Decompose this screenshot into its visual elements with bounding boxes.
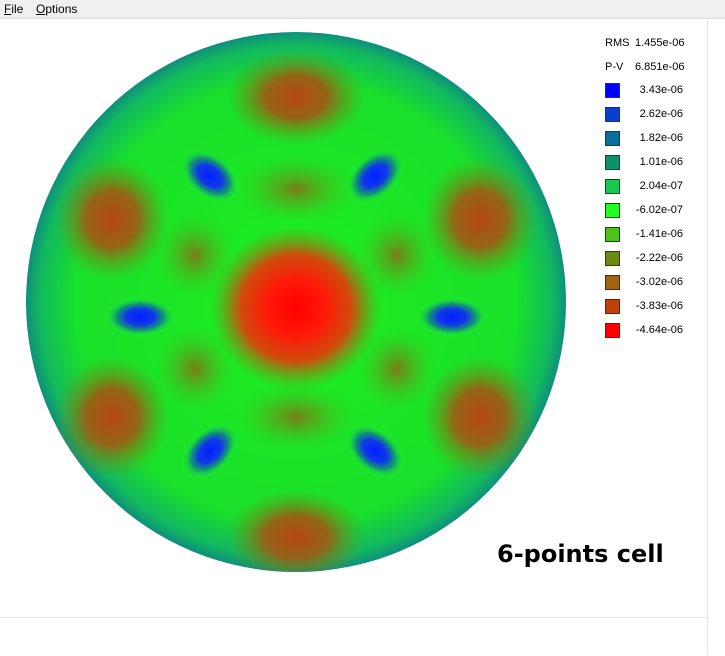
mid-zone-bottom [236,383,356,451]
outer-lobe-lower-right [422,355,538,479]
menu-options-rest: ptions [45,2,78,16]
legend-value: 1.82e-06 [639,132,683,144]
outer-lobe-top [226,49,366,145]
legend-value: -3.02e-06 [635,276,683,288]
legend-value: 1.01e-06 [639,156,683,168]
legend-swatch [605,251,620,266]
legend-value: -2.22e-06 [635,252,683,264]
legend-value: 2.62e-06 [639,108,683,120]
legend-value: -4.64e-06 [635,324,683,336]
menu-options[interactable]: Options [36,2,77,16]
menu-bar: File Options [0,0,725,19]
legend-swatch [605,227,620,242]
surface-map-panel [0,19,707,617]
legend-swatch [605,203,620,218]
rms-label: RMS [605,37,630,49]
legend-value: -3.83e-06 [635,300,683,312]
menu-file-rest: ile [11,2,24,16]
outer-lobe-upper-left [54,157,170,281]
mid-zone-top [236,155,356,223]
pv-row: P-V 6.851e-06 [605,61,685,73]
legend-swatch [605,179,620,194]
dimple-left [104,297,176,337]
legend-swatch [605,299,620,314]
rms-row: RMS 1.455e-06 [605,37,685,49]
legend-swatch [605,323,620,338]
bottom-strip [0,617,707,656]
outer-lobe-bottom [226,489,366,572]
outer-lobe-upper-right [422,157,538,281]
pv-value: 6.851e-06 [635,61,685,73]
legend-swatch [605,275,620,290]
dimple-right [416,297,488,337]
pv-label: P-V [605,61,624,73]
legend-swatch [605,131,620,146]
legend-value: -1.41e-06 [635,228,683,240]
legend-swatch [605,107,620,122]
legend-swatch [605,155,620,170]
rms-value: 1.455e-06 [635,37,685,49]
menu-file[interactable]: File [4,2,23,16]
legend-value: -6.02e-07 [635,204,683,216]
legend-value: 2.04e-07 [639,180,683,192]
legend-swatch [605,83,620,98]
center-peak [210,226,382,390]
caption-label: 6-points cell [497,540,664,568]
menu-options-accel: O [36,2,46,16]
right-border [707,19,725,655]
surface-error-map [26,32,566,572]
outer-lobe-lower-left [54,355,170,479]
legend-value: 3.43e-06 [639,84,683,96]
